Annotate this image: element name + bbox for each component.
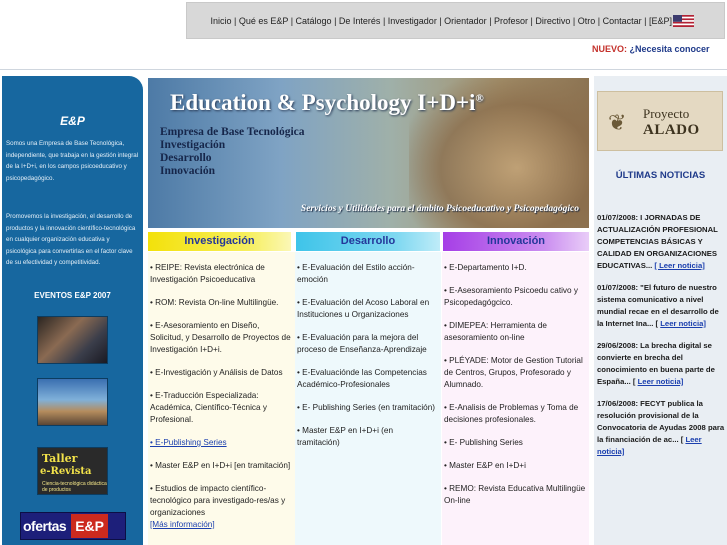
banner-tagline: Servicios y Utilidades para el ámbito Ps…: [300, 204, 579, 214]
banner-sub-4: Innovación: [160, 165, 215, 177]
desarrollo-column: • E-Evaluación del Estilo acción-emoción…: [295, 252, 441, 545]
ofertas-word: ofertas: [23, 518, 67, 534]
nav-links: Inicio | Qué es E&P | Catálogo | De Inte…: [210, 15, 672, 26]
news-item: 17/06/2008: FECYT publica la resolución …: [597, 398, 725, 458]
list-item: • REIPE: Revista electrónica de Investig…: [150, 263, 265, 284]
news-list: 01/07/2008: I JORNADAS DE ACTUALIZACIÓN …: [597, 212, 725, 468]
hero-banner: Education & Psychology I+D+i® Empresa de…: [148, 78, 589, 228]
list-item: • E-Evaluación del Estilo acción-emoción: [297, 263, 415, 284]
banner-title: Education & Psychology I+D+i®: [170, 90, 484, 116]
taller-caption: Ciencia-tecnológica didáctica de product…: [42, 481, 107, 493]
alado-line-1: Proyecto: [643, 106, 690, 121]
nav-link-ep[interactable]: [E&P]: [649, 16, 672, 26]
news-section-title: ÚLTIMAS NOTICIAS: [615, 170, 706, 181]
list-item: • E-Asesoramiento Psicoedu cativo y Psic…: [444, 286, 578, 307]
list-item: • Master E&P en I+D+i (en tramitación): [297, 426, 394, 447]
leer-noticia-link[interactable]: Leer noticia]: [660, 319, 706, 328]
header-divider: [0, 69, 727, 70]
mas-informacion-link[interactable]: [Más información]: [150, 519, 292, 531]
event-photo-2[interactable]: [37, 378, 108, 426]
nav-link-contactar[interactable]: Contactar: [603, 16, 642, 26]
banner-sub-3: Desarrollo: [160, 152, 212, 164]
list-item: • E-Asesoramiento en Diseño, Solicitud, …: [150, 321, 291, 354]
nav-link-catalogo[interactable]: Catálogo: [296, 16, 332, 26]
alado-line-2: ALADO: [643, 122, 700, 138]
nav-link-investigador[interactable]: Investigador: [388, 16, 437, 26]
epublishing-link[interactable]: • E-Publishing Series: [150, 437, 292, 449]
investigacion-header[interactable]: Investigación: [148, 232, 291, 251]
taller-erevista-banner[interactable]: Taller e-Revista Ciencia-tecnológica did…: [37, 447, 108, 495]
banner-title-text: Education & Psychology I+D+i: [170, 90, 476, 115]
nav-link-directivo[interactable]: Directivo: [535, 16, 570, 26]
registered-mark: ®: [475, 92, 484, 105]
list-item: • E-Evaluación del Acoso Laboral en Inst…: [297, 298, 430, 319]
nav-link-que-es[interactable]: Qué es E&P: [239, 16, 288, 26]
news-text: 17/06/2008: FECYT publica la resolución …: [597, 399, 725, 444]
list-item: • DIMEPEA: Herramienta de asesoramiento …: [444, 321, 547, 342]
nav-link-otro[interactable]: Otro: [578, 16, 596, 26]
news-item: 01/07/2008: "El futuro de nuestro sistem…: [597, 282, 725, 330]
sidebar-brand: E&P: [60, 114, 85, 128]
list-item: • E-Investigación y Análisis de Datos: [150, 368, 283, 377]
ofertas-banner[interactable]: ofertas E&P: [20, 512, 126, 540]
nav-link-de-interes[interactable]: De Interés: [339, 16, 381, 26]
sidebar-about-text: Somos una Empresa de Base Tecnológica, i…: [6, 140, 139, 182]
sidebar-mission-text: Promovemos la investigación, el desarrol…: [6, 213, 136, 266]
proyecto-alado-banner[interactable]: ❦ Proyecto ALADO: [597, 91, 723, 151]
nav-link-orientador[interactable]: Orientador: [444, 16, 487, 26]
nav-link-profesor[interactable]: Profesor: [494, 16, 528, 26]
nuevo-text[interactable]: ¿Necesita conocer: [630, 44, 710, 54]
investigacion-column: • REIPE: Revista electrónica de Investig…: [148, 252, 295, 545]
nuevo-label: NUEVO:: [592, 44, 628, 54]
list-item: • Estudios de impacto científico-tecnoló…: [150, 484, 286, 517]
list-item: • Master E&P en I+D+i: [444, 461, 526, 470]
erevista-label: e-Revista: [40, 466, 92, 477]
nuevo-ticker[interactable]: NUEVO: ¿Necesita conocer: [592, 44, 725, 56]
list-item: • E-Departamento I+D.: [444, 263, 527, 272]
leer-noticia-link[interactable]: [ Leer noticia]: [654, 261, 704, 270]
banner-sub-1: Empresa de Base Tecnológica: [160, 126, 305, 138]
innovacion-header[interactable]: Innovación: [443, 232, 589, 251]
list-item: • E-Evaluaciónde las Competencias Académ…: [297, 368, 427, 389]
list-item: • E- Publishing Series (en tramitación): [297, 403, 436, 412]
taller-label: Taller: [42, 452, 78, 465]
list-item: • PLÉYADE: Motor de Gestion Tutorial de …: [444, 356, 583, 389]
news-item: 01/07/2008: I JORNADAS DE ACTUALIZACIÓN …: [597, 212, 725, 272]
list-item: • REMO: Revista Educativa Multilingüe On…: [444, 484, 586, 505]
list-item: • E- Publishing Series: [444, 438, 523, 447]
banner-sub-2: Investigación: [160, 139, 226, 151]
list-item: • E-Analisis de Problemas y Toma de deci…: [444, 403, 579, 424]
events-title: EVENTOS E&P 2007: [34, 291, 111, 300]
page: Inicio | Qué es E&P | Catálogo | De Inte…: [0, 0, 727, 545]
ofertas-brand: E&P: [71, 514, 108, 538]
us-flag-icon[interactable]: [673, 15, 694, 27]
list-item: • E-Evaluación para la mejora del proces…: [297, 333, 427, 354]
event-photo-1[interactable]: [37, 316, 108, 364]
nav-link-inicio[interactable]: Inicio: [210, 16, 231, 26]
news-item: 29/06/2008: La brecha digital se convier…: [597, 340, 725, 388]
list-item: • Master E&P en I+D+i [en tramitación]: [150, 461, 291, 470]
right-sidebar: ❦ Proyecto ALADO ÚLTIMAS NOTICIAS 01/07/…: [594, 76, 727, 545]
desarrollo-header[interactable]: Desarrollo: [296, 232, 440, 251]
list-item: • ROM: Revista On-line Multilingüe.: [150, 298, 279, 307]
wings-icon: ❦: [608, 110, 627, 135]
innovacion-column: • E-Departamento I+D. • E-Asesoramiento …: [442, 252, 589, 545]
left-sidebar: E&P Somos una Empresa de Base Tecnológic…: [2, 76, 143, 545]
list-item: • E-Traducción Especializada: Académica,…: [150, 391, 267, 424]
leer-noticia-link[interactable]: Leer noticia]: [638, 377, 684, 386]
top-nav-bar: Inicio | Qué es E&P | Catálogo | De Inte…: [186, 2, 725, 39]
